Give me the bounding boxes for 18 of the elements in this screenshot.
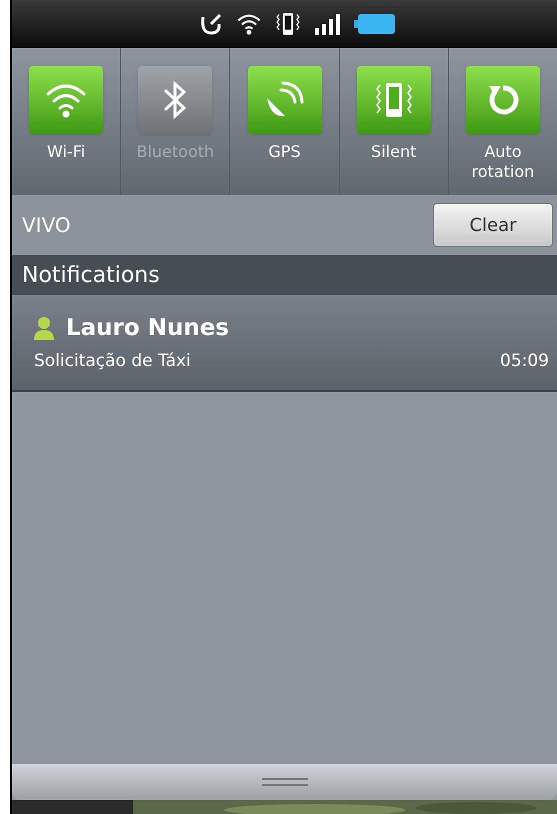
quick-toggle[interactable]: GPS	[230, 48, 340, 195]
vibrate-icon	[274, 11, 302, 37]
grip-icon	[262, 777, 308, 787]
wifi-signal-icon	[236, 12, 262, 36]
section-title: Notifications	[22, 262, 160, 290]
notification-text: Solicitação de Táxi	[34, 350, 191, 373]
quick-toggle[interactable]: Silent	[340, 48, 449, 195]
battery-icon	[354, 12, 396, 36]
person-icon	[34, 316, 54, 340]
clear-button[interactable]: Clear	[433, 203, 553, 247]
notification-time: 05:09	[500, 350, 549, 373]
notification-item[interactable]: Lauro Nunes Solicitação de Táxi 05:09	[12, 295, 557, 392]
quick-toggle[interactable]: Wi-Fi	[12, 48, 122, 195]
quick-toggle[interactable]: Auto rotation	[448, 48, 557, 195]
drag-handle-bar[interactable]	[12, 764, 557, 800]
notification-title: Lauro Nunes	[66, 314, 229, 342]
carrier-name: VIVO	[22, 212, 71, 239]
signal-bars-icon	[314, 12, 342, 36]
